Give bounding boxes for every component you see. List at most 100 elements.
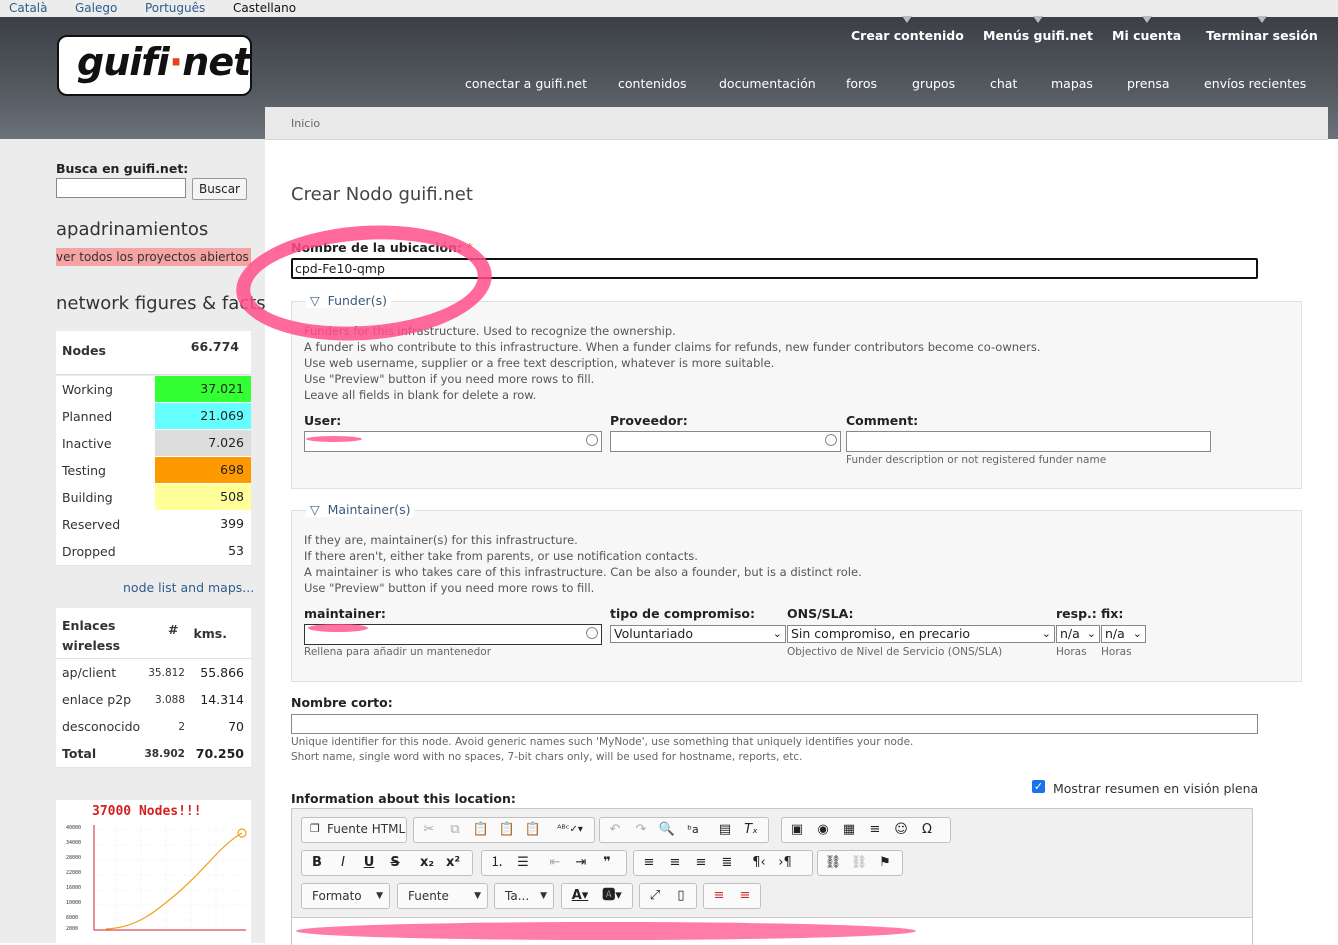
align-left-icon[interactable]: ≡ xyxy=(638,854,660,872)
topnav-my-account[interactable]: Mi cuenta xyxy=(1112,16,1181,43)
font-combo[interactable]: Fuente ▼ xyxy=(397,883,488,909)
mainnav-chat[interactable]: chat xyxy=(990,76,1017,91)
funder-supplier-input[interactable] xyxy=(610,431,841,452)
bold-icon[interactable]: B xyxy=(306,854,328,872)
collapse-triangle-icon: ▽ xyxy=(310,502,320,517)
find-icon[interactable]: 🔍 xyxy=(656,821,678,839)
mainnav-contents[interactable]: contenidos xyxy=(618,76,687,91)
site-logo[interactable]: guifi·net xyxy=(57,35,252,96)
funder-comment-input[interactable] xyxy=(846,431,1211,452)
select-all-icon[interactable]: ▤ xyxy=(714,821,736,839)
maximize-icon[interactable]: ⤢ xyxy=(644,887,666,905)
subscript-icon[interactable]: x₂ xyxy=(416,854,438,872)
redo-icon[interactable]: ↷ xyxy=(630,821,652,839)
bg-color-icon[interactable]: 🅰▾ xyxy=(598,887,626,905)
commitment-select[interactable]: Voluntariado ⌄ xyxy=(610,625,786,643)
link-row: ap/client 35.812 55.866 xyxy=(56,659,251,687)
svg-text:34000: 34000 xyxy=(66,840,81,846)
unlink-icon[interactable]: ⛓ xyxy=(848,854,870,872)
flash-icon[interactable]: ◉ xyxy=(812,821,834,839)
table-icon[interactable]: ▦ xyxy=(838,821,860,839)
chevron-down-icon: ⌄ xyxy=(1086,627,1096,640)
source-button[interactable]: ❐ Fuente HTML xyxy=(301,817,407,843)
maintainer-hint: Rellena para añadir un mantenedor xyxy=(304,646,492,658)
underline-icon[interactable]: U xyxy=(358,854,380,872)
svg-text:28000: 28000 xyxy=(66,855,81,861)
copy-icon[interactable]: ⧉ xyxy=(444,821,466,839)
paste-icon[interactable]: 📋 xyxy=(470,821,492,839)
logo-dot: · xyxy=(168,40,183,84)
lang-link-portugues[interactable]: Português xyxy=(145,1,205,15)
mainnav-connect[interactable]: conectar a guifi.net xyxy=(465,76,587,91)
maintainers-description: If they are, maintainer(s) for this infr… xyxy=(304,533,862,595)
image-icon[interactable]: ▣ xyxy=(786,821,808,839)
superscript-icon[interactable]: x² xyxy=(442,854,464,872)
nodes-total-row: Nodes 66.774 xyxy=(56,331,251,375)
align-center-icon[interactable]: ≡ xyxy=(664,854,686,872)
fix-label: fix: xyxy=(1101,606,1124,621)
mainnav-recent-posts[interactable]: envíos recientes xyxy=(1204,76,1306,91)
lang-link-castellano[interactable]: Castellano xyxy=(233,1,296,15)
search-input[interactable] xyxy=(56,178,186,198)
sponsor-projects-link[interactable]: ver todos los proyectos abiertos xyxy=(56,248,251,266)
search-button[interactable]: Buscar xyxy=(192,178,247,200)
lang-link-galego[interactable]: Galego xyxy=(75,1,117,15)
undo-icon[interactable]: ↶ xyxy=(604,821,626,839)
format-combo[interactable]: Formato ▼ xyxy=(301,883,390,909)
node-status-label: Reserved xyxy=(62,517,121,532)
summary-checkbox[interactable]: ✓ xyxy=(1032,780,1045,793)
funder-supplier-label: Proveedor: xyxy=(610,413,688,428)
topnav-logout[interactable]: Terminar sesión xyxy=(1206,16,1318,43)
outdent-icon[interactable]: ⇤ xyxy=(544,854,566,872)
justify-icon[interactable]: ≣ xyxy=(716,854,738,872)
numbered-list-icon[interactable]: ⒈ xyxy=(486,854,508,872)
mainnav-forums[interactable]: foros xyxy=(846,76,877,91)
lang-link-catala[interactable]: Català xyxy=(9,1,47,15)
mainnav-maps[interactable]: mapas xyxy=(1051,76,1093,91)
smiley-icon[interactable]: ☺ xyxy=(890,821,912,839)
show-blocks-icon[interactable]: ▯ xyxy=(670,887,692,905)
node-status-label: Working xyxy=(62,382,113,397)
link-row-count: 2 xyxy=(178,721,185,733)
fix-hint: Horas xyxy=(1101,646,1132,658)
mainnav-groups[interactable]: grupos xyxy=(912,76,955,91)
maintainer-label: maintainer: xyxy=(304,606,386,621)
cut-icon[interactable]: ✂ xyxy=(418,821,440,839)
italic-icon[interactable]: I xyxy=(332,854,354,872)
maintainers-legend[interactable]: ▽ Maintainer(s) xyxy=(306,502,415,517)
anchor-flag-icon[interactable]: ⚑ xyxy=(874,854,896,872)
text-color-icon[interactable]: A▾ xyxy=(566,887,594,905)
mainnav-documentation[interactable]: documentación xyxy=(719,76,816,91)
fix-select[interactable]: n/a ⌄ xyxy=(1101,625,1146,643)
horizontal-line-icon[interactable]: ≡ xyxy=(864,821,886,839)
size-combo[interactable]: Ta... ▼ xyxy=(494,883,554,909)
resp-select[interactable]: n/a ⌄ xyxy=(1056,625,1100,643)
indent-icon[interactable]: ⇥ xyxy=(570,854,592,872)
sla-select[interactable]: Sin compromiso, en precario ⌄ xyxy=(787,625,1055,643)
paste-text-icon[interactable]: 📋 xyxy=(496,821,518,839)
search-label: Busca en guifi.net: xyxy=(56,161,189,176)
remove-format-icon[interactable]: Tₓ xyxy=(740,821,762,839)
ltr-icon[interactable]: ¶‹ xyxy=(748,854,770,872)
page-break-icon[interactable]: ≡ xyxy=(734,887,756,905)
rtl-icon[interactable]: ›¶ xyxy=(774,854,796,872)
link-icon[interactable]: ⛓ xyxy=(822,854,844,872)
replace-icon[interactable]: ᵇa xyxy=(682,821,704,839)
topnav-create-content[interactable]: Crear contenido xyxy=(851,16,964,43)
blockquote-icon[interactable]: ❞ xyxy=(596,854,618,872)
spellcheck-icon[interactable]: ᴬᴮᶜ✓▾ xyxy=(550,821,590,839)
bullet-list-icon[interactable]: ☰ xyxy=(512,854,534,872)
node-list-link[interactable]: node list and maps... xyxy=(123,580,254,595)
dropdown-triangle-icon xyxy=(1033,16,1043,23)
teaser-break-icon[interactable]: ≡ xyxy=(708,887,730,905)
mainnav-press[interactable]: prensa xyxy=(1127,76,1170,91)
topnav-menus[interactable]: Menús guifi.net xyxy=(983,16,1093,43)
align-right-icon[interactable]: ≡ xyxy=(690,854,712,872)
basic-styles-toolbar: B I U S x₂ x² xyxy=(301,850,473,876)
paste-word-icon[interactable]: 📋 xyxy=(522,821,544,839)
special-char-icon[interactable]: Ω xyxy=(916,821,938,839)
strike-icon[interactable]: S xyxy=(384,854,406,872)
drupal-toolbar: ≡ ≡ xyxy=(703,883,761,909)
short-name-input[interactable] xyxy=(291,714,1258,734)
breadcrumb-home[interactable]: Inicio xyxy=(291,117,320,130)
